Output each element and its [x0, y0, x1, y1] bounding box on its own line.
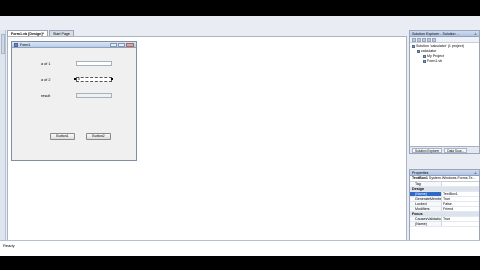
toolbox-tab[interactable]: [1, 34, 5, 54]
properties-tool-icon[interactable]: [412, 38, 416, 42]
close-icon[interactable]: [126, 43, 134, 47]
solution-explorer-title: Solution Explorer - Solution ...: [412, 32, 460, 36]
property-name: Focus: [410, 212, 479, 216]
tab-data-sources[interactable]: Data Sour...: [444, 148, 468, 153]
show-all-files-icon[interactable]: [417, 38, 421, 42]
properties-title-bar[interactable]: Properties ⊥: [410, 170, 479, 176]
properties-title: Properties: [412, 171, 429, 175]
toolbox-strip[interactable]: [0, 30, 6, 248]
textbox-result[interactable]: [76, 93, 112, 98]
textbox1[interactable]: [76, 61, 112, 66]
minimize-icon[interactable]: [110, 43, 117, 47]
resize-handle-right[interactable]: [111, 78, 113, 80]
design-surface[interactable]: Form1 a of 1 a of 2 0 result Button1 But…: [7, 36, 407, 248]
property-value[interactable]: [442, 182, 479, 186]
solution-tree: Solution 'calculator' (1 project) calcul…: [410, 43, 479, 65]
property-name: GenerateMember: [410, 197, 442, 201]
property-name: Tag: [410, 182, 442, 186]
tree-node-label: Form1.vb: [427, 59, 443, 63]
property-value[interactable]: TextBox1: [442, 192, 479, 196]
button2[interactable]: Button2: [86, 133, 111, 140]
object-type: System.Windows.Forms.Te...: [428, 176, 476, 180]
form-window[interactable]: Form1 a of 1 a of 2 0 result Button1 But…: [11, 41, 137, 161]
property-value[interactable]: [442, 222, 479, 226]
property-row[interactable]: (Name): [410, 222, 479, 227]
maximize-icon[interactable]: [118, 43, 125, 47]
textbox2[interactable]: 0: [76, 77, 112, 82]
folder-icon: [423, 55, 426, 58]
solution-explorer-footer: Solution Explorer Data Sour...: [410, 146, 479, 153]
property-name: Modifiers: [410, 207, 442, 211]
refresh-icon[interactable]: [422, 38, 426, 42]
view-designer-icon[interactable]: [432, 38, 436, 42]
status-bar: Ready: [0, 240, 480, 256]
resize-handle-left[interactable]: [74, 78, 76, 80]
button1[interactable]: Button1: [50, 133, 75, 140]
property-value[interactable]: Friend: [442, 207, 479, 211]
property-value[interactable]: True: [442, 197, 479, 201]
tree-node-form1[interactable]: Form1.vb: [412, 59, 477, 64]
view-code-icon[interactable]: [427, 38, 431, 42]
form-title-bar[interactable]: Form1: [12, 42, 136, 48]
label-b[interactable]: a of 2: [41, 78, 51, 82]
form-icon: [14, 43, 18, 47]
property-grid: Tag Design (Name) TextBox1 GenerateMember Tru…: [410, 182, 479, 227]
form-file-icon: [423, 60, 426, 63]
project-icon: [417, 50, 420, 53]
form-title: Form1: [20, 43, 31, 47]
tab-solution-explorer[interactable]: Solution Explorer: [412, 148, 443, 153]
property-name: Design: [410, 187, 479, 191]
pin-icon[interactable]: ⊥: [474, 171, 477, 175]
ide-window: Form1.vb [Design]* Start Page Form1 a of…: [0, 16, 480, 256]
label-a[interactable]: a of 1: [41, 62, 51, 66]
property-name: (Name): [410, 192, 442, 196]
solution-icon: [412, 45, 415, 48]
pin-icon[interactable]: ⊥: [474, 32, 477, 36]
property-value[interactable]: True: [442, 217, 479, 221]
property-value[interactable]: False: [442, 202, 479, 206]
solution-explorer: Solution Explorer - Solution ... ⊥ Solut…: [409, 30, 480, 154]
solution-explorer-title-bar[interactable]: Solution Explorer - Solution ... ⊥: [410, 31, 479, 37]
property-name: Locked: [410, 202, 442, 206]
property-name: CausesValidation: [410, 217, 442, 221]
status-text: Ready: [3, 243, 15, 248]
property-name: (Name): [410, 222, 442, 226]
object-name: TextBox1: [412, 176, 428, 180]
label-result[interactable]: result: [41, 94, 50, 98]
